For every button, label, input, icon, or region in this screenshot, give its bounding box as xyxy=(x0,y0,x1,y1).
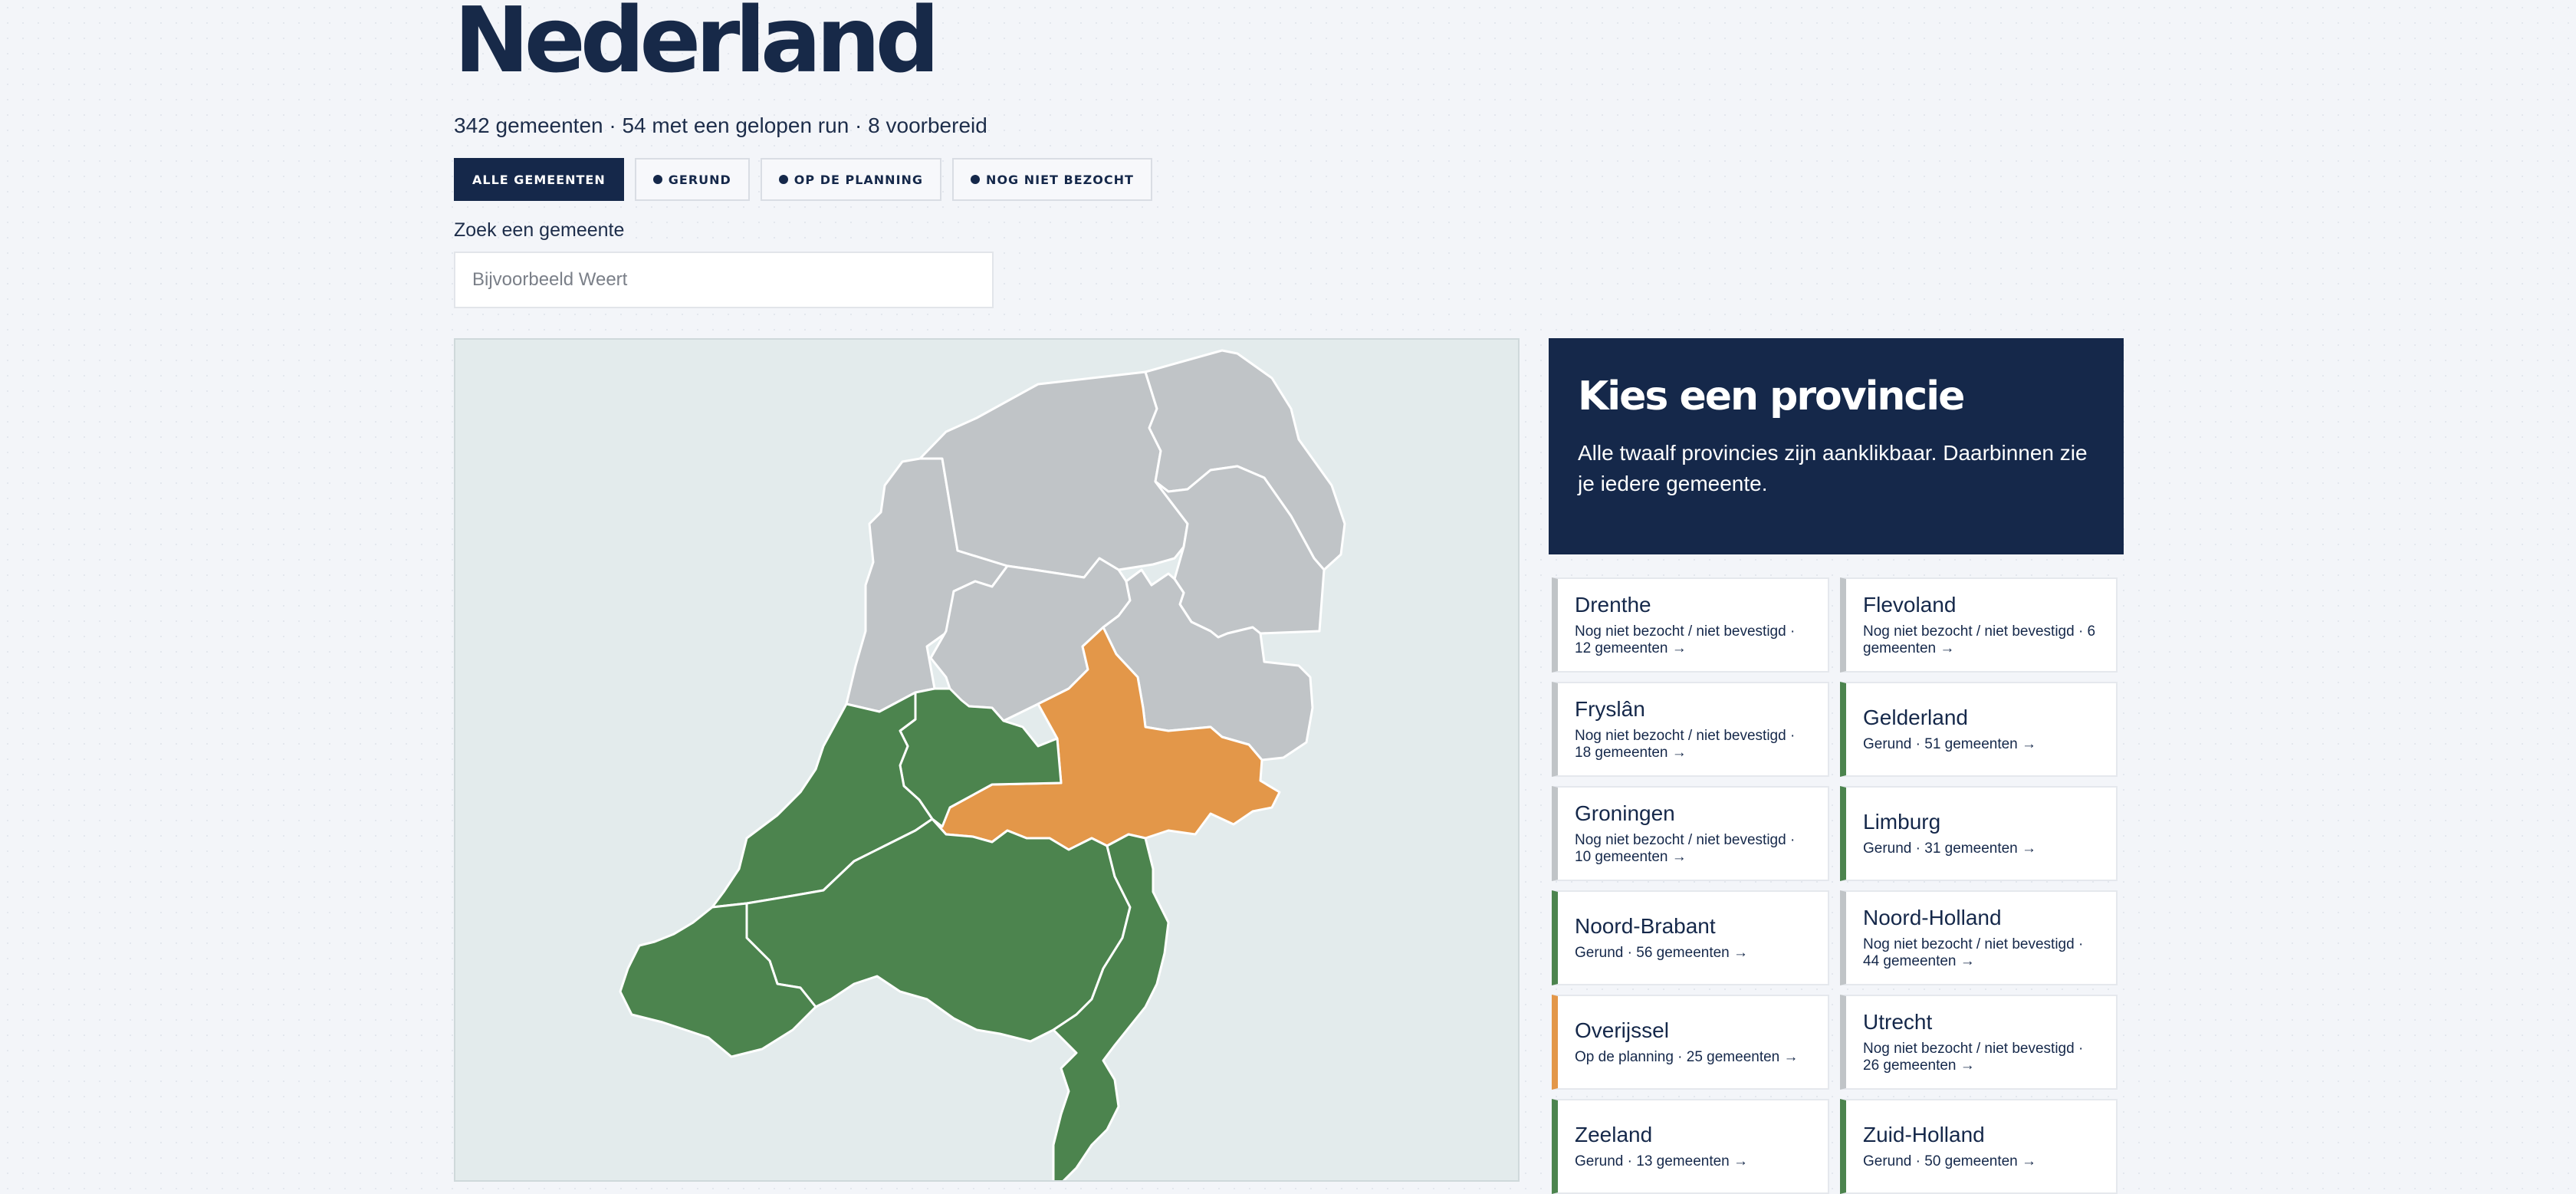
map-panel xyxy=(454,338,1520,1182)
province-card-title: Noord-Holland xyxy=(1863,906,2002,929)
map-region-fryslan[interactable] xyxy=(918,370,1189,579)
province-card-title: Overijssel xyxy=(1575,1018,1669,1042)
netherlands-map xyxy=(619,349,1346,1180)
province-card-title: Gelderland xyxy=(1863,706,1968,729)
filter-planning-button[interactable]: OP DE PLANNING xyxy=(760,158,942,201)
filter-label: ALLE GEMEENTEN xyxy=(472,172,606,187)
province-card-flevoland[interactable]: Flevoland Nog niet bezocht / niet bevest… xyxy=(1840,577,2118,673)
province-sidebar: Kies een provincie Alle twaalf provincie… xyxy=(1549,338,2124,1194)
filter-unvisited-button[interactable]: NOG NIET BEZOCHT xyxy=(952,158,1152,201)
province-card-zeeland[interactable]: Zeeland Gerund · 13 gemeenten → xyxy=(1552,1099,1829,1194)
province-card-detail: Gerund · 50 gemeenten → xyxy=(1863,1153,2037,1169)
province-card-detail: Nog niet bezocht / niet bevestigd · 10 g… xyxy=(1575,832,1796,865)
province-card-detail: Gerund · 13 gemeenten → xyxy=(1575,1153,1749,1169)
province-card-noord-brabant[interactable]: Noord-Brabant Gerund · 56 gemeenten → xyxy=(1552,890,1829,985)
province-card-detail: Nog niet bezocht / niet bevestigd · 26 g… xyxy=(1863,1041,2084,1074)
sidebar-title: Kies een provincie xyxy=(1578,373,1965,419)
status-dot-icon xyxy=(652,175,662,184)
status-dot-icon xyxy=(778,175,788,184)
province-card-utrecht[interactable]: Utrecht Nog niet bezocht / niet bevestig… xyxy=(1840,995,2118,1090)
filter-label: GERUND xyxy=(668,172,731,187)
province-card-title: Limburg xyxy=(1863,810,1941,834)
province-card-detail: Gerund · 31 gemeenten → xyxy=(1863,840,2037,857)
filter-label: OP DE PLANNING xyxy=(794,172,924,187)
province-card-detail: Gerund · 51 gemeenten → xyxy=(1863,736,2037,752)
province-card-title: Zeeland xyxy=(1575,1123,1653,1146)
sidebar-description: Alle twaalf provincies zijn aanklikbaar.… xyxy=(1578,441,2088,495)
province-card-title: Fryslân xyxy=(1575,697,1645,721)
province-card-title: Noord-Brabant xyxy=(1575,914,1716,938)
province-card-fryslan[interactable]: Fryslân Nog niet bezocht / niet bevestig… xyxy=(1552,682,1829,777)
page-stats: 342 gemeenten · 54 met een gelopen run ·… xyxy=(454,113,987,137)
province-card-detail: Op de planning · 25 gemeenten → xyxy=(1575,1049,1799,1065)
status-dot-icon xyxy=(971,175,981,184)
sidebar-header: Kies een provincie Alle twaalf provincie… xyxy=(1549,338,2124,554)
province-card-limburg[interactable]: Limburg Gerund · 31 gemeenten → xyxy=(1840,786,2118,881)
province-card-noord-holland[interactable]: Noord-Holland Nog niet bezocht / niet be… xyxy=(1840,890,2118,985)
search-label: Zoek een gemeente xyxy=(454,219,625,241)
page-title: Nederland xyxy=(454,0,940,93)
filter-bar: ALLE GEMEENTEN GERUND OP DE PLANNING NOG… xyxy=(454,158,1152,201)
province-card-title: Utrecht xyxy=(1863,1010,1933,1034)
province-card-title: Flevoland xyxy=(1863,593,1957,617)
province-grid: Drenthe Nog niet bezocht / niet bevestig… xyxy=(1549,577,2124,1194)
province-card-drenthe[interactable]: Drenthe Nog niet bezocht / niet bevestig… xyxy=(1552,577,1829,673)
filter-gerund-button[interactable]: GERUND xyxy=(634,158,750,201)
province-card-detail: Nog niet bezocht / niet bevestigd · 18 g… xyxy=(1575,728,1796,761)
province-card-groningen[interactable]: Groningen Nog niet bezocht / niet bevest… xyxy=(1552,786,1829,881)
province-card-detail: Gerund · 56 gemeenten → xyxy=(1575,945,1749,961)
province-card-detail: Nog niet bezocht / niet bevestigd · 44 g… xyxy=(1863,936,2084,969)
search-input[interactable] xyxy=(454,252,994,308)
province-card-overijssel[interactable]: Overijssel Op de planning · 25 gemeenten… xyxy=(1552,995,1829,1090)
province-card-detail: Nog niet bezocht / niet bevestigd · 6 ge… xyxy=(1863,623,2096,656)
province-card-title: Drenthe xyxy=(1575,593,1651,617)
province-card-title: Zuid-Holland xyxy=(1863,1123,1985,1146)
province-card-zuid-holland[interactable]: Zuid-Holland Gerund · 50 gemeenten → xyxy=(1840,1099,2118,1194)
province-card-detail: Nog niet bezocht / niet bevestigd · 12 g… xyxy=(1575,623,1796,656)
filter-all-button[interactable]: ALLE GEMEENTEN xyxy=(454,158,624,201)
province-card-title: Groningen xyxy=(1575,801,1675,825)
province-card-gelderland[interactable]: Gelderland Gerund · 51 gemeenten → xyxy=(1840,682,2118,777)
filter-label: NOG NIET BEZOCHT xyxy=(986,172,1134,187)
